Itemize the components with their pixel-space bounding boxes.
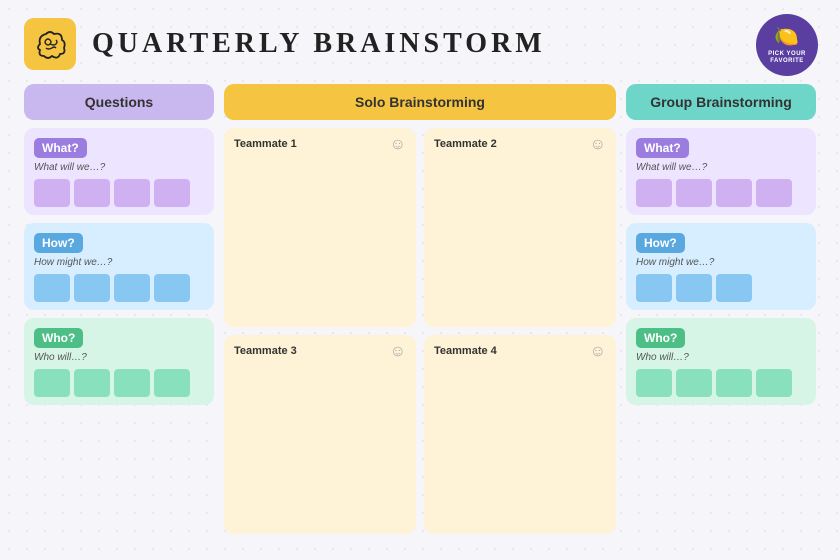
teammate-1-name: Teammate 1: [234, 138, 406, 150]
group-what-subtitle: What will we…?: [636, 162, 806, 173]
group-who-section: Who? Who will…?: [626, 318, 816, 405]
group-sections: What? What will we…? How? How might we…?: [626, 128, 816, 405]
sticky-note: [154, 369, 190, 397]
sticky-note: [756, 179, 792, 207]
teammate-3-card: Teammate 3 ☺: [224, 335, 416, 534]
group-how-label: How?: [636, 233, 685, 253]
sticky-note: [636, 274, 672, 302]
questions-column-header: Questions: [24, 84, 214, 120]
questions-what-subtitle: What will we…?: [34, 162, 204, 173]
group-how-stickies: [636, 274, 806, 302]
group-what-label: What?: [636, 138, 689, 158]
sticky-note: [756, 369, 792, 397]
sticky-note: [114, 179, 150, 207]
sticky-note: [716, 369, 752, 397]
sticky-note: [676, 274, 712, 302]
solo-column-header: Solo Brainstorming: [224, 84, 616, 120]
questions-what-stickies: [34, 179, 204, 207]
questions-column: Questions What? What will we…? How?: [24, 84, 214, 534]
sticky-note: [74, 369, 110, 397]
sticky-note: [74, 179, 110, 207]
smiley-icon-3: ☺: [390, 343, 406, 361]
questions-how-label: How?: [34, 233, 83, 253]
solo-teammates-grid: Teammate 1 ☺ Teammate 2 ☺ Teammate 3 ☺ T…: [224, 128, 616, 534]
questions-who-subtitle: Who will…?: [34, 352, 204, 363]
questions-sections: What? What will we…? How? How might we…?: [24, 128, 214, 405]
teammate-2-name: Teammate 2: [434, 138, 606, 150]
sticky-note: [34, 179, 70, 207]
main-grid: Questions What? What will we…? How?: [24, 84, 816, 534]
group-what-section: What? What will we…?: [626, 128, 816, 215]
smiley-icon-2: ☺: [590, 136, 606, 154]
teammate-4-name: Teammate 4: [434, 345, 606, 357]
teammate-2-card: Teammate 2 ☺: [424, 128, 616, 327]
badge-emoji: 🍋: [774, 25, 799, 49]
questions-who-stickies: [34, 369, 204, 397]
group-how-section: How? How might we…?: [626, 223, 816, 310]
teammate-4-card: Teammate 4 ☺: [424, 335, 616, 534]
sticky-note: [114, 274, 150, 302]
badge-text: PICK YOUR FAVORITE: [756, 51, 818, 65]
group-who-label: Who?: [636, 328, 685, 348]
group-column: Group Brainstorming What? What will we…?…: [626, 84, 816, 534]
group-what-stickies: [636, 179, 806, 207]
sticky-note: [34, 369, 70, 397]
page-title: QUARTERLY BRAINSTORM: [92, 28, 546, 60]
smiley-icon-4: ☺: [590, 343, 606, 361]
sticky-note: [154, 179, 190, 207]
sticky-note: [154, 274, 190, 302]
sticky-note: [114, 369, 150, 397]
header: QUARTERLY BRAINSTORM: [24, 18, 816, 70]
pick-favorite-badge: 🍋 PICK YOUR FAVORITE: [756, 14, 818, 76]
sticky-note: [716, 179, 752, 207]
teammate-1-card: Teammate 1 ☺: [224, 128, 416, 327]
questions-how-subtitle: How might we…?: [34, 257, 204, 268]
sticky-note: [676, 369, 712, 397]
questions-what-section: What? What will we…?: [24, 128, 214, 215]
group-how-subtitle: How might we…?: [636, 257, 806, 268]
teammate-3-name: Teammate 3: [234, 345, 406, 357]
questions-who-section: Who? Who will…?: [24, 318, 214, 405]
group-who-subtitle: Who will…?: [636, 352, 806, 363]
sticky-note: [34, 274, 70, 302]
brain-scribble-icon: [32, 26, 68, 62]
sticky-note: [636, 179, 672, 207]
page: 🍋 PICK YOUR FAVORITE QUARTERLY BRAINSTOR…: [0, 0, 840, 560]
sticky-note: [636, 369, 672, 397]
sticky-note: [74, 274, 110, 302]
group-column-header: Group Brainstorming: [626, 84, 816, 120]
logo-box: [24, 18, 76, 70]
questions-what-label: What?: [34, 138, 87, 158]
questions-how-section: How? How might we…?: [24, 223, 214, 310]
group-who-stickies: [636, 369, 806, 397]
questions-who-label: Who?: [34, 328, 83, 348]
smiley-icon-1: ☺: [390, 136, 406, 154]
solo-column: Solo Brainstorming Teammate 1 ☺ Teammate…: [224, 84, 616, 534]
sticky-note: [676, 179, 712, 207]
sticky-note: [716, 274, 752, 302]
questions-how-stickies: [34, 274, 204, 302]
